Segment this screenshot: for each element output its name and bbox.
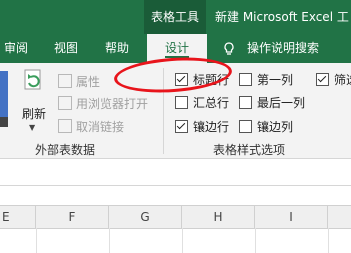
tab-review[interactable]: 审阅 <box>4 34 28 63</box>
table-tools-context-label: 表格工具 <box>144 0 206 34</box>
properties-label: 属性 <box>76 75 101 89</box>
table-style-options-group-label: 表格样式选项 <box>213 143 286 157</box>
tab-help[interactable]: 帮助 <box>105 34 129 63</box>
previous-command-icon-base <box>0 117 8 127</box>
first-column-label: 第一列 <box>257 73 294 87</box>
lightbulb-icon <box>224 42 234 55</box>
column-gridline <box>109 228 110 253</box>
column-headers: E F G H I <box>0 205 351 229</box>
last-column-label: 最后一列 <box>257 96 306 110</box>
properties-button[interactable]: 属性 <box>58 73 100 90</box>
refresh-icon[interactable] <box>22 69 44 97</box>
external-data-group-label: 外部表数据 <box>35 143 96 157</box>
browser-icon <box>58 96 72 110</box>
title-bar: 表格工具 新建 Microsoft Excel 工 <box>0 0 351 34</box>
refresh-dropdown-icon[interactable]: ▼ <box>29 123 35 132</box>
worksheet-area: E F G H I <box>0 159 351 253</box>
option-first-column[interactable]: 第一列 <box>239 71 293 88</box>
unlink-button[interactable]: 取消链接 <box>58 118 124 135</box>
option-total-row[interactable]: 汇总行 <box>175 94 229 111</box>
properties-icon <box>58 74 72 88</box>
unlink-icon <box>58 119 72 133</box>
previous-command-icon <box>0 71 8 117</box>
column-header-h[interactable]: H <box>182 206 255 228</box>
banded-columns-label: 镶边列 <box>257 120 294 134</box>
column-header-e[interactable]: E <box>0 206 36 228</box>
first-column-checkbox[interactable] <box>239 73 252 86</box>
column-gridline <box>255 228 256 253</box>
window-title: 新建 Microsoft Excel 工 <box>215 10 349 24</box>
formula-bar[interactable] <box>0 159 351 186</box>
option-banded-rows[interactable]: 镶边行 <box>175 118 229 135</box>
column-gridline <box>328 228 329 253</box>
filter-button-checkbox[interactable] <box>316 73 329 86</box>
column-gridline <box>36 228 37 253</box>
unlink-label: 取消链接 <box>76 120 125 134</box>
option-banded-columns[interactable]: 镶边列 <box>239 118 293 135</box>
banded-columns-checkbox[interactable] <box>239 120 252 133</box>
total-row-checkbox[interactable] <box>175 96 188 109</box>
last-column-checkbox[interactable] <box>239 96 252 109</box>
column-gridline <box>182 228 183 253</box>
column-header-i[interactable]: I <box>255 206 328 228</box>
column-header-f[interactable]: F <box>36 206 109 228</box>
tab-view[interactable]: 视图 <box>54 34 78 63</box>
banded-rows-label: 镶边行 <box>193 120 230 134</box>
total-row-label: 汇总行 <box>193 96 230 110</box>
refresh-button[interactable]: 刷新 <box>22 105 46 122</box>
open-in-browser-label: 用浏览器打开 <box>76 97 149 111</box>
column-header-g[interactable]: G <box>109 206 182 228</box>
option-filter-button[interactable]: 筛选 <box>316 71 351 88</box>
tab-design-label: 设计 <box>164 41 189 58</box>
option-last-column[interactable]: 最后一列 <box>239 94 305 111</box>
open-in-browser-button[interactable]: 用浏览器打开 <box>58 95 148 112</box>
banded-rows-checkbox[interactable] <box>175 120 188 133</box>
filter-button-label: 筛选 <box>334 73 351 87</box>
tell-me-search[interactable]: 操作说明搜索 <box>247 34 319 63</box>
